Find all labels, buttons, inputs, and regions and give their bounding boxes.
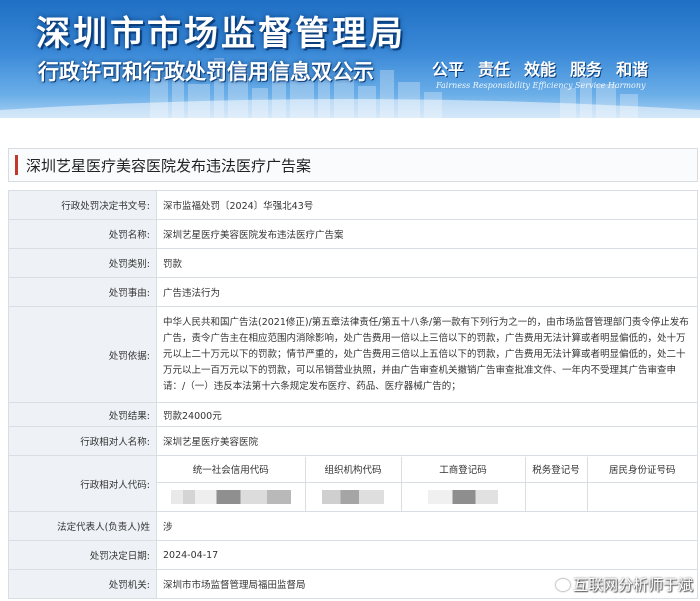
case-title: 深圳艺星医疗美容医院发布违法医疗广告案	[26, 156, 312, 175]
code-header: 组织机构代码	[305, 456, 402, 483]
party-code-table: 统一社会信用代码 组织机构代码 工商登记码 税务登记号 居民身份证号码	[157, 456, 697, 511]
case-name-label: 处罚名称:	[8, 219, 157, 249]
watermark: 互联网分析师于斌	[556, 574, 693, 595]
category-label: 处罚类别:	[8, 248, 157, 278]
code-header: 居民身份证号码	[587, 456, 697, 483]
category-value: 罚款	[156, 248, 698, 278]
table-row: 行政相对人代码: 统一社会信用代码 组织机构代码 工商登记码 税务登记号 居民身…	[8, 455, 698, 512]
table-row: 处罚类别: 罚款	[8, 248, 698, 278]
legal-rep-label: 法定代表人(负责人)姓	[8, 511, 157, 541]
table-row: 法定代表人(负责人)姓 涉	[8, 511, 698, 541]
watermark-text: 互联网分析师于斌	[573, 576, 694, 594]
basis-label: 处罚依据:	[8, 306, 157, 403]
credit-code-redacted	[157, 482, 306, 511]
weibo-icon	[556, 579, 570, 591]
case-name-value: 深圳艺星医疗美容医院发布违法医疗广告案	[156, 219, 698, 249]
table-row: 行政处罚决定书文号: 深市监福处罚〔2024〕华强北43号	[8, 190, 698, 220]
decision-date-label: 处罚决定日期:	[8, 540, 157, 570]
decision-no-value: 深市监福处罚〔2024〕华强北43号	[156, 190, 698, 220]
party-code-label: 行政相对人代码:	[8, 455, 157, 512]
legal-rep-initial: 涉	[163, 522, 173, 533]
code-header: 工商登记码	[401, 456, 526, 483]
slogan-item: 公平	[432, 60, 465, 79]
slogan-list: 公平 责任 效能 服务 和谐	[432, 56, 648, 80]
table-row: 处罚名称: 深圳艺星医疗美容医院发布违法医疗广告案	[8, 219, 698, 249]
party-label: 行政相对人名称:	[8, 426, 157, 456]
title-accent	[15, 155, 18, 175]
penalty-info-table: 行政处罚决定书文号: 深市监福处罚〔2024〕华强北43号 处罚名称: 深圳艺星…	[8, 190, 698, 599]
slogan-english: Fairness Responsibility Efficiency Servi…	[436, 81, 646, 90]
slogan-item: 效能	[524, 60, 557, 79]
table-row: 处罚事由: 广告违法行为	[8, 277, 698, 307]
party-value: 深圳艺星医疗美容医院	[156, 426, 698, 456]
table-row: 处罚依据: 中华人民共和国广告法(2021修正)/第五章法律责任/第五十八条/第…	[8, 306, 698, 403]
tax-reg-value	[525, 482, 588, 511]
biz-reg-redacted	[401, 482, 526, 511]
slogan-item: 和谐	[616, 60, 649, 79]
bureau-title: 深圳市市场监督管理局	[36, 14, 406, 54]
id-number-value	[587, 483, 697, 511]
reason-value: 广告违法行为	[156, 277, 698, 307]
authority-label: 处罚机关:	[8, 569, 157, 599]
code-header: 统一社会信用代码	[157, 456, 306, 483]
divider-ribbon	[0, 118, 700, 148]
decision-no-label: 行政处罚决定书文号:	[8, 190, 157, 220]
code-header: 税务登记号	[525, 456, 588, 483]
result-value: 罚款24000元	[156, 402, 698, 427]
dual-publicity-subtitle: 行政许可和行政处罚信用信息双公示	[38, 60, 374, 84]
legal-rep-value: 涉	[156, 511, 698, 541]
decision-date-value: 2024-04-17	[156, 540, 698, 570]
case-title-bar: 深圳艺星医疗美容医院发布违法医疗广告案	[8, 148, 698, 182]
org-code-redacted	[305, 482, 402, 511]
table-row: 处罚决定日期: 2024-04-17	[8, 540, 698, 570]
result-label: 处罚结果:	[8, 402, 157, 427]
table-row: 处罚结果: 罚款24000元	[8, 402, 698, 427]
slogan-item: 服务	[570, 60, 603, 79]
slogan-item: 责任	[478, 60, 511, 79]
reason-label: 处罚事由:	[8, 277, 157, 307]
table-row: 行政相对人名称: 深圳艺星医疗美容医院	[8, 426, 698, 456]
header-banner: 深圳市市场监督管理局 行政许可和行政处罚信用信息双公示 公平 责任 效能 服务 …	[0, 0, 700, 118]
basis-value: 中华人民共和国广告法(2021修正)/第五章法律责任/第五十八条/第一款有下列行…	[163, 316, 689, 392]
